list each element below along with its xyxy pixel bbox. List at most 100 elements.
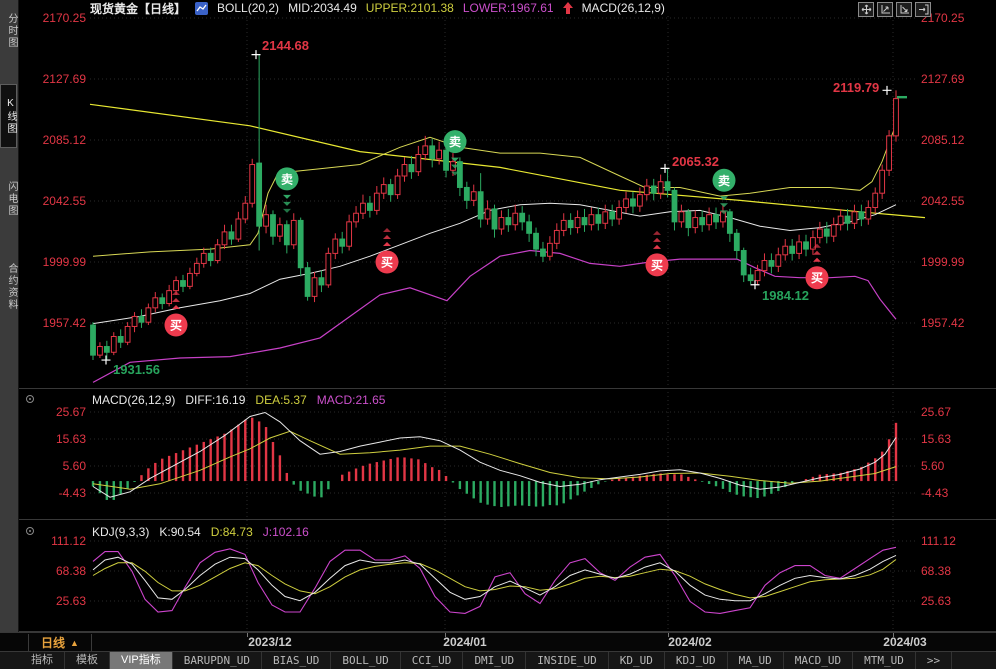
sidebar: 分时图 K线图闪电图合约资料 — [0, 0, 19, 632]
macd-dea-line — [92, 430, 897, 490]
svg-text:卖: 卖 — [281, 171, 293, 186]
svg-text:买: 买 — [381, 255, 393, 269]
indicator-tab-0[interactable]: 指标 — [20, 652, 65, 669]
axis-label: 25.63 — [56, 594, 86, 608]
indicator-tab-1[interactable]: 模板 — [65, 652, 110, 669]
move-tool-icon[interactable] — [858, 2, 874, 17]
axis-label: 2085.12 — [921, 133, 965, 147]
extreme-cross-marker — [882, 85, 892, 95]
indicator-tab-9[interactable]: KD_UD — [609, 652, 665, 669]
svg-text:卖: 卖 — [718, 173, 730, 188]
instrument-title: 现货黄金【日线】 — [90, 1, 187, 16]
macd-diff-value: DIFF:16.19 — [185, 392, 246, 407]
axis-label: 2085.12 — [43, 133, 87, 147]
collapse-kdj-panel-icon[interactable] — [24, 524, 36, 536]
axis-label: 2127.69 — [921, 72, 965, 86]
axis-label: 1957.42 — [43, 316, 87, 330]
price-annotation: 2119.79 — [833, 80, 879, 95]
indicator-tab-10[interactable]: KDJ_UD — [665, 652, 728, 669]
date-label: 2024/02 — [668, 635, 712, 649]
macd-name: MACD(26,12,9) — [92, 392, 176, 407]
sidebar-item-0[interactable]: 分时图 — [0, 4, 17, 58]
price-annotation: 1984.12 — [762, 288, 809, 303]
trading-app: 2170.25 2170.25 2127.69 2127.69 2085.12 2085.… — [0, 0, 996, 669]
axis-label: 2170.25 — [43, 11, 87, 25]
svg-text:卖: 卖 — [449, 134, 461, 149]
boll-upper-value: UPPER:2101.38 — [365, 1, 454, 15]
period-selector[interactable]: 日线 ▲ — [28, 634, 92, 651]
trend-ma-line — [89, 103, 926, 219]
macd-histogram — [91, 417, 898, 507]
axis-label: 5.60 — [63, 459, 87, 473]
axis-label: 111.12 — [51, 534, 86, 548]
exit-chart-icon[interactable] — [915, 2, 931, 17]
extreme-cross-marker — [750, 280, 760, 290]
chart-plot-svg[interactable]: 2170.25 2170.252127.69 2127.692085.12 2085.… — [0, 0, 996, 669]
axis-label: 1957.42 — [921, 316, 965, 330]
indicator-tab-2[interactable]: VIP指标 — [110, 652, 173, 669]
indicator-tab-11[interactable]: MA_UD — [728, 652, 784, 669]
axis-label: 2127.69 — [43, 72, 87, 86]
macd-dea-value: DEA:5.37 — [255, 392, 307, 407]
period-dropdown-arrow-icon: ▲ — [70, 637, 79, 648]
price-annotations: 2144.68 1931.56 2065.32 1984.12 2119.79 — [101, 38, 892, 377]
price-annotation: 2065.32 — [672, 154, 719, 169]
extreme-cross-marker — [660, 163, 670, 173]
indicator-tab-8[interactable]: INSIDE_UD — [526, 652, 609, 669]
sidebar-item-2[interactable]: 闪电图 — [0, 168, 17, 230]
axis-label: 5.60 — [921, 459, 945, 473]
tabbar-more-arrow[interactable]: >> — [916, 652, 953, 669]
kdj-j-line — [92, 546, 897, 614]
line-chart-icon[interactable] — [195, 1, 209, 15]
svg-text:买: 买 — [170, 319, 182, 333]
kdj-k-value: K:90.54 — [159, 524, 201, 539]
chart-header: 现货黄金【日线】 BOLL(20,2) MID:2034.49 UPPER:21… — [90, 0, 665, 16]
axis-label: 68.38 — [921, 564, 951, 578]
collapse-macd-panel-icon[interactable] — [24, 392, 36, 404]
axis-label: 15.63 — [921, 432, 951, 446]
indicator-tab-7[interactable]: DMI_UD — [463, 652, 527, 669]
boll-lower-value: LOWER:1967.61 — [462, 1, 554, 15]
indicator-tab-5[interactable]: BOLL_UD — [331, 652, 401, 669]
panel-separators — [18, 388, 996, 632]
indicator-tab-3[interactable]: BARUPDN_UD — [173, 652, 262, 669]
price-annotation: 1931.56 — [113, 362, 160, 377]
axis-label: -4.43 — [59, 486, 87, 500]
svg-text:买: 买 — [811, 271, 823, 285]
candlestick-series — [90, 54, 899, 361]
macd-macd-value: MACD:21.65 — [316, 392, 386, 407]
indicator-tab-13[interactable]: MTM_UD — [853, 652, 916, 669]
sidebar-item-1[interactable]: K线图 — [0, 84, 17, 148]
svg-text:买: 买 — [651, 258, 663, 272]
sidebar-item-3[interactable]: 合约资料 — [0, 242, 17, 332]
date-axis-row: 日线 ▲ 2023/12 2024/01 2024/02 2024/03 — [0, 632, 996, 652]
axis-label: 1999.99 — [43, 255, 87, 269]
last-price — [897, 95, 907, 99]
axis-label: 68.38 — [56, 564, 86, 578]
axis-label: 15.63 — [56, 432, 86, 446]
axis-scale-right-icon[interactable] — [896, 2, 912, 17]
indicator-tab-4[interactable]: BIAS_UD — [262, 652, 332, 669]
axis-label: 111.12 — [921, 534, 956, 548]
chart-toolbar — [858, 2, 931, 17]
boll-mid-value: MID:2034.49 — [288, 1, 357, 15]
axis-label: 2042.55 — [43, 194, 87, 208]
up-arrow-icon — [562, 2, 573, 14]
indicator-tab-6[interactable]: CCI_UD — [401, 652, 464, 669]
boll-label: BOLL(20,2) — [217, 1, 280, 15]
date-label: 2024/03 — [883, 635, 927, 649]
macd-params-label: MACD(26,12,9) — [581, 1, 665, 15]
axis-label: -4.43 — [921, 486, 949, 500]
axis-label: 25.63 — [921, 594, 951, 608]
axis-label: 1999.99 — [921, 255, 965, 269]
axis-scale-left-icon[interactable] — [877, 2, 893, 17]
kdj-j-value: J:102.16 — [262, 524, 309, 539]
axis-labels: 2170.25 2170.252127.69 2127.692085.12 2085.… — [43, 11, 965, 608]
indicator-tab-12[interactable]: MACD_UD — [784, 652, 854, 669]
axis-label: 25.67 — [921, 405, 951, 419]
indicator-tabbar: 指标 模板 VIP指标 BARUPDN_UD BIAS_UD BOLL_UD CCI_UD D… — [0, 651, 996, 669]
date-label: 2023/12 — [248, 635, 292, 649]
axis-label: 2042.55 — [921, 194, 965, 208]
date-label: 2024/01 — [443, 635, 487, 649]
kdj-d-value: D:84.73 — [210, 524, 253, 539]
